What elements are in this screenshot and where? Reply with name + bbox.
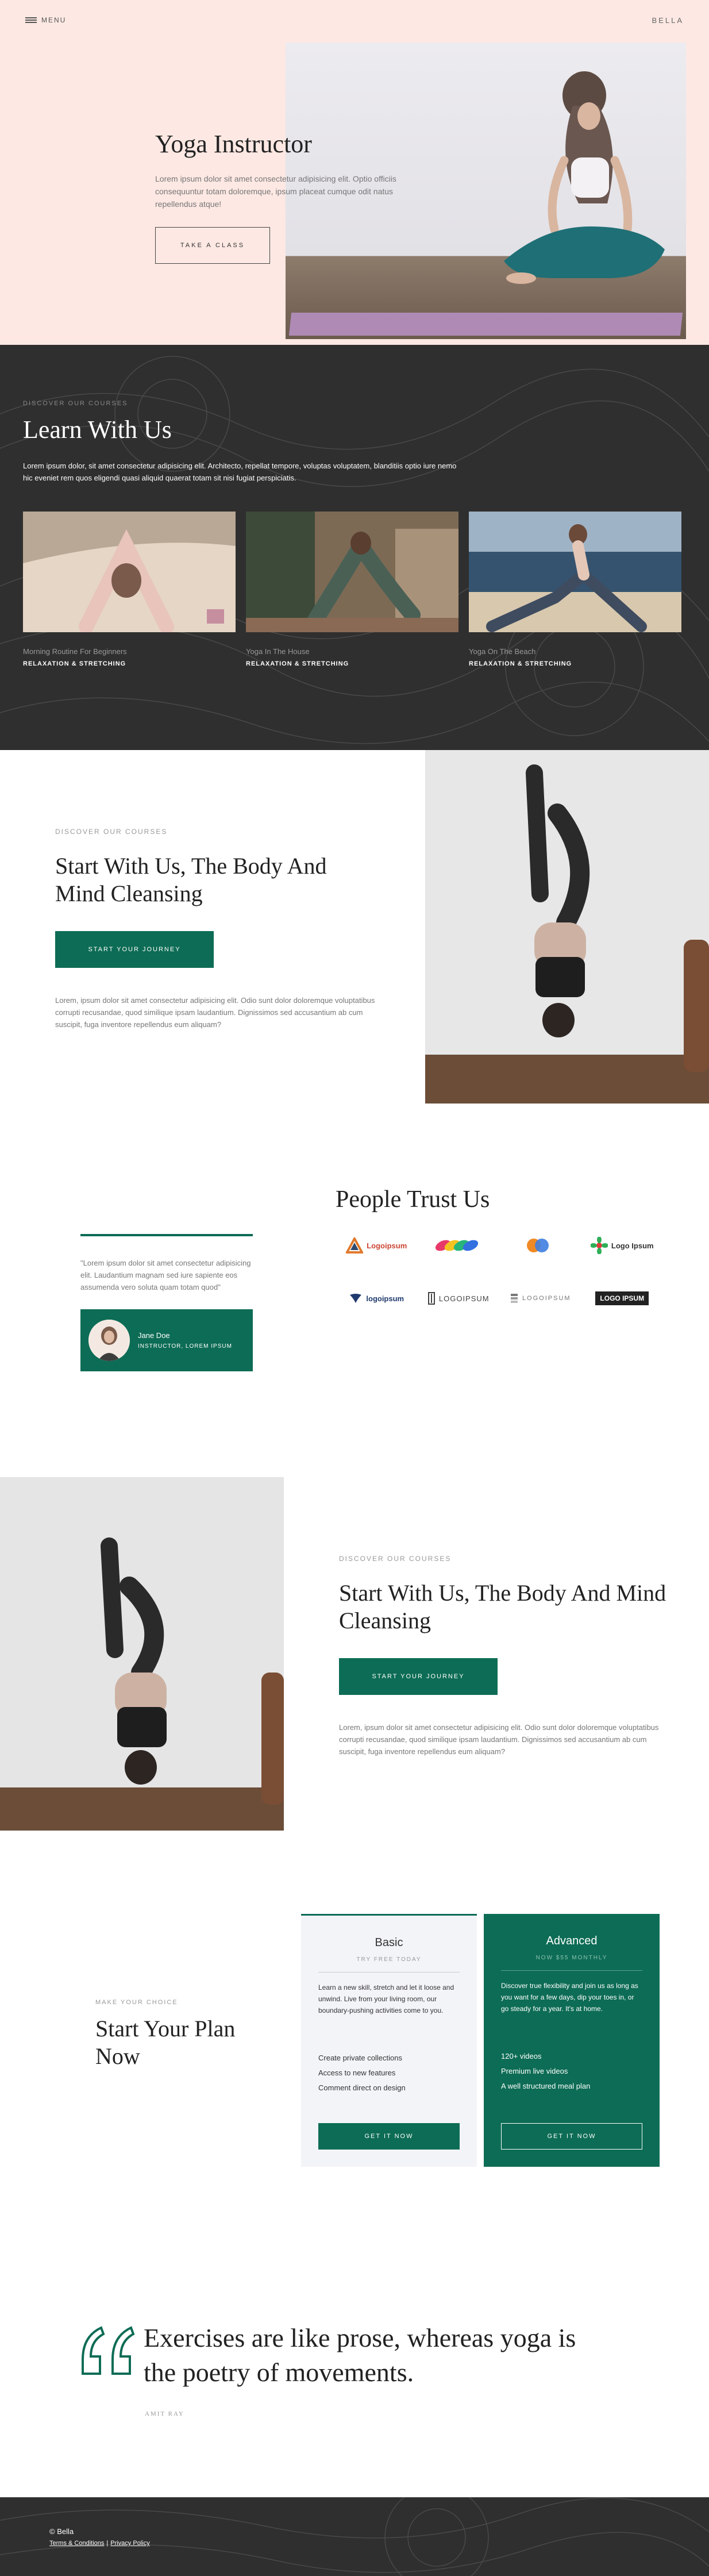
partner-logo — [499, 1234, 581, 1257]
avatar — [88, 1320, 130, 1361]
plan-feature: Comment direct on design — [318, 2083, 406, 2092]
plan-feature: Create private collections — [318, 2054, 402, 2062]
quote-mark-icon — [82, 2326, 135, 2375]
person-role: INSTRUCTOR, LOREM IPSUM — [138, 1343, 232, 1349]
plan-name: Advanced — [546, 1935, 598, 1947]
partner-logo: LOGO IPSUM — [581, 1287, 664, 1310]
plan-features: 120+ videos Premium live videos A well s… — [501, 2049, 642, 2094]
quote-section: Exercises are like prose, whereas yoga i… — [0, 2219, 709, 2497]
logo-text: LOGO IPSUM — [596, 1293, 648, 1304]
take-a-class-button[interactable]: TAKE A CLASS — [155, 227, 270, 264]
courses-eyebrow: DISCOVER OUR COURSES — [23, 400, 128, 407]
menu-button[interactable]: MENU — [25, 16, 66, 24]
plan-description: Discover true flexibility and join us as… — [501, 1982, 638, 2013]
start-section: DISCOVER OUR COURSES Start With Us, The … — [0, 750, 709, 1106]
hero-section: MENU BELLA Yoga Instructor Lorem ipsum d… — [0, 0, 709, 345]
trust-title: People Trust Us — [336, 1186, 490, 1213]
rainbow-leaves-logo-icon — [435, 1240, 478, 1251]
course-tag: RELAXATION & STRETCHING — [246, 660, 349, 667]
box-logo-icon: LOGO IPSUM — [595, 1291, 649, 1305]
terms-link[interactable]: Terms & Conditions — [49, 2540, 104, 2547]
course-image — [23, 512, 236, 632]
headstand-image — [425, 750, 709, 1104]
course-card[interactable]: Yoga In The House RELAXATION & STRETCHIN… — [246, 512, 458, 667]
headstand-image — [0, 1477, 284, 1831]
testimonial-quote: "Lorem ipsum dolor sit amet consectetur … — [80, 1259, 251, 1291]
advanced-plan-card: Advanced NOW $55 MONTHLY Discover true f… — [484, 1914, 660, 2167]
partner-logo: Logo Ipsum — [581, 1234, 664, 1257]
footer: © Bella Terms & Conditions | Privacy Polic… — [0, 2497, 709, 2576]
get-it-now-button[interactable]: GET IT NOW — [318, 2123, 460, 2150]
plan-feature: Premium live videos — [501, 2067, 568, 2075]
overlapping-circles-logo-icon — [527, 1239, 549, 1252]
course-card[interactable]: Yoga On The Beach RELAXATION & STRETCHIN… — [469, 512, 681, 667]
testimonial-card: "Lorem ipsum dolor sit amet consectetur … — [80, 1234, 253, 1371]
get-it-now-button[interactable]: GET IT NOW — [501, 2123, 642, 2150]
stack-logo-icon — [510, 1294, 518, 1303]
flower-logo-icon — [590, 1237, 608, 1254]
logo-text: Logo Ipsum — [611, 1241, 654, 1250]
start-title: Start With Us, The Body And Mind Cleansi… — [339, 1580, 666, 1633]
logo-text: Logoipsum — [367, 1241, 407, 1250]
course-title: Yoga In The House — [246, 647, 310, 656]
partner-logo: LOGOIPSUM — [418, 1287, 500, 1310]
partner-logo: LOGOIPSUM — [499, 1287, 581, 1310]
hero-lead: Lorem ipsum dolor sit amet consectetur a… — [155, 174, 396, 209]
logo-text: logoipsum — [366, 1294, 404, 1303]
quote-text: Exercises are like prose, whereas yoga i… — [144, 2323, 576, 2387]
menu-label: MENU — [41, 16, 67, 24]
person-name: Jane Doe — [138, 1331, 170, 1340]
start-title: Start With Us, The Body And Mind Cleansi… — [55, 853, 327, 906]
course-image — [246, 512, 458, 632]
plan-subtitle: TRY FREE TODAY — [356, 1956, 422, 1963]
bird-logo-icon — [350, 1294, 362, 1303]
logo-text: LOGOIPSUM — [438, 1294, 490, 1303]
start-journey-button[interactable]: START YOUR JOURNEY — [339, 1658, 498, 1695]
quote-author: AMIT RAY — [145, 2410, 184, 2417]
plan-features: Create private collections Access to new… — [318, 2051, 460, 2096]
courses-description: Lorem ipsum dolor, sit amet consectetur … — [23, 462, 457, 482]
course-title: Yoga On The Beach — [469, 647, 536, 656]
course-card[interactable]: Morning Routine For Beginners RELAXATION… — [23, 512, 236, 667]
plan-feature: A well structured meal plan — [501, 2082, 591, 2090]
course-image — [469, 512, 681, 632]
partner-logo — [418, 1234, 500, 1257]
partner-logo: Logoipsum — [336, 1234, 418, 1257]
triangle-logo-icon — [346, 1237, 364, 1254]
hero-title: Yoga Instructor — [155, 130, 312, 158]
courses-section: DISCOVER OUR COURSES Learn With Us Lorem… — [0, 345, 709, 750]
plan-subtitle: NOW $55 MONTHLY — [535, 1955, 608, 1961]
course-title: Morning Routine For Beginners — [23, 647, 127, 656]
topographic-pattern — [0, 2497, 709, 2576]
plan-section: MAKE YOUR CHOICE Start Your Plan Now Bas… — [0, 1833, 709, 2219]
logo-text: LOGOIPSUM — [522, 1295, 571, 1302]
brand-logo[interactable]: BELLA — [652, 16, 684, 25]
start-section: DISCOVER OUR COURSES Start With Us, The … — [0, 1477, 709, 1833]
footer-links: Terms & Conditions | Privacy Policy — [49, 2540, 150, 2547]
plan-eyebrow: MAKE YOUR CHOICE — [95, 1999, 178, 2006]
hamburger-icon — [25, 17, 37, 23]
plan-title: Start Your Plan Now — [95, 2016, 236, 2069]
start-body: Lorem, ipsum dolor sit amet consectetur … — [339, 1723, 659, 1756]
courses-title: Learn With Us — [23, 416, 172, 444]
page: MENU BELLA Yoga Instructor Lorem ipsum d… — [0, 0, 709, 2576]
column-logo-icon — [427, 1292, 435, 1305]
course-tag: RELAXATION & STRETCHING — [469, 660, 572, 667]
logo-grid: Logoipsum Logo Ipsum logoipsum LOGOIPSUM — [336, 1234, 663, 1310]
basic-plan-card: Basic TRY FREE TODAY Learn a new skill, … — [301, 1914, 477, 2167]
start-eyebrow: DISCOVER OUR COURSES — [55, 828, 168, 836]
plan-feature: Access to new features — [318, 2069, 396, 2077]
copyright: © Bella — [49, 2527, 74, 2536]
plan-description: Learn a new skill, stretch and let it lo… — [318, 1983, 454, 2014]
plan-feature: 120+ videos — [501, 2052, 542, 2060]
partner-logo: logoipsum — [336, 1287, 418, 1310]
start-body: Lorem, ipsum dolor sit amet consectetur … — [55, 996, 375, 1029]
trust-section: People Trust Us "Lorem ipsum dolor sit a… — [0, 1106, 709, 1477]
course-tag: RELAXATION & STRETCHING — [23, 660, 126, 667]
start-journey-button[interactable]: START YOUR JOURNEY — [55, 931, 214, 968]
testimonial-person: Jane Doe INSTRUCTOR, LOREM IPSUM — [80, 1309, 253, 1371]
plan-name: Basic — [375, 1936, 403, 1949]
privacy-link[interactable]: Privacy Policy — [110, 2540, 149, 2547]
start-eyebrow: DISCOVER OUR COURSES — [339, 1555, 452, 1563]
